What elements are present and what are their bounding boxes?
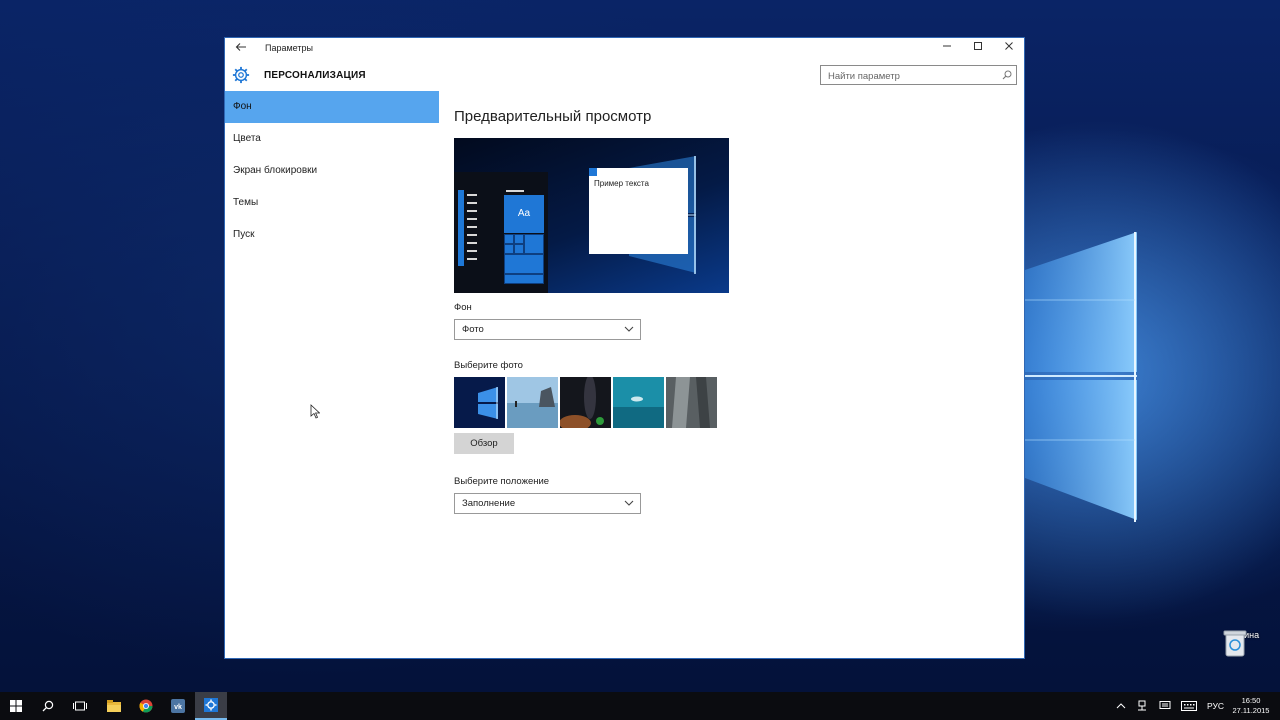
maximize-button[interactable] <box>963 38 993 60</box>
minimize-icon <box>943 45 951 47</box>
recycle-bin[interactable]: Корзина <box>1222 628 1262 657</box>
preview-tile <box>504 244 514 254</box>
message-icon <box>1159 701 1171 709</box>
settings-window: Параметры ПЕРСОНАЛИЗАЦИЯ Найти параметр … <box>224 37 1025 659</box>
photo-thumbnail-beach[interactable] <box>507 377 558 428</box>
search-icon <box>42 700 54 712</box>
sidebar-item-start[interactable]: Пуск <box>225 219 439 251</box>
preview-image: Aa Пример текста <box>454 138 729 293</box>
photo-thumbnail-windows[interactable] <box>454 377 505 428</box>
browse-button[interactable]: Обзор <box>454 433 514 454</box>
photo-thumbnail-night-sky[interactable] <box>560 377 611 428</box>
preview-menu-line <box>467 250 477 252</box>
file-explorer-icon <box>107 700 121 712</box>
preview-menu-line <box>467 234 477 236</box>
background-label: Фон <box>454 302 472 313</box>
choose-photo-label: Выберите фото <box>454 360 523 371</box>
preview-menu-line <box>467 218 477 220</box>
sidebar-item-lock-screen[interactable]: Экран блокировки <box>225 155 439 187</box>
preview-menu-line <box>467 202 477 204</box>
preview-menu-line <box>506 190 524 192</box>
file-explorer-button[interactable] <box>98 692 130 720</box>
preview-tile <box>504 254 544 274</box>
preview-tile-large: Aa <box>504 195 544 233</box>
preview-menu-line <box>467 242 477 244</box>
notifications-button[interactable] <box>1159 692 1171 720</box>
gear-icon <box>232 66 250 84</box>
close-icon <box>1005 42 1013 50</box>
recycle-bin-icon <box>1223 630 1247 657</box>
taskbar: vk РУС 16:50 27.11.2015 <box>0 692 1280 720</box>
preview-menu-line <box>467 210 477 212</box>
vk-button[interactable]: vk <box>162 692 194 720</box>
network-icon <box>1138 700 1146 711</box>
sidebar-item-background[interactable]: Фон <box>225 91 439 123</box>
clock-time: 16:50 <box>1241 696 1261 705</box>
settings-icon <box>204 698 218 712</box>
task-view-button[interactable] <box>64 692 96 720</box>
preview-window-accent <box>589 168 597 176</box>
start-icon <box>10 700 22 712</box>
preview-sample-text: Пример текста <box>594 179 649 188</box>
position-dropdown-value: Заполнение <box>462 498 516 509</box>
sidebar: Фон Цвета Экран блокировки Темы Пуск <box>225 91 439 251</box>
preview-tile <box>524 234 544 254</box>
preview-tile <box>504 274 544 284</box>
chevron-up-icon <box>1116 703 1126 709</box>
search-box[interactable] <box>820 65 1017 86</box>
page-title: ПЕРСОНАЛИЗАЦИЯ <box>264 70 366 81</box>
minimize-button[interactable] <box>932 38 962 60</box>
network-button[interactable] <box>1136 692 1148 720</box>
background-dropdown[interactable]: Фото <box>454 319 641 340</box>
show-hidden-icons-button[interactable] <box>1116 692 1126 720</box>
vk-icon: vk <box>171 699 185 713</box>
clock-date: 27.11.2015 <box>1232 706 1270 715</box>
maximize-icon <box>974 42 982 50</box>
position-label: Выберите положение <box>454 476 550 487</box>
clock[interactable]: 16:50 27.11.2015 <box>1228 696 1274 716</box>
preview-menu-line <box>467 194 477 196</box>
chrome-button[interactable] <box>130 692 162 720</box>
search-icon[interactable] <box>1002 70 1012 80</box>
preview-start-bar <box>458 190 464 266</box>
preview-window: Пример текста <box>589 168 688 254</box>
preview-start-menu: Aa <box>454 172 548 293</box>
taskbar-search-button[interactable] <box>32 692 64 720</box>
preview-menu-line <box>467 226 477 228</box>
background-dropdown-value: Фото <box>462 324 484 335</box>
sidebar-item-themes[interactable]: Темы <box>225 187 439 219</box>
preview-menu-line <box>467 258 477 260</box>
settings-taskbar-button[interactable] <box>195 692 227 720</box>
keyboard-button[interactable] <box>1181 692 1197 720</box>
position-dropdown[interactable]: Заполнение <box>454 493 641 514</box>
back-button[interactable] <box>233 41 249 57</box>
photo-thumbnail-underwater[interactable] <box>613 377 664 428</box>
task-view-icon <box>73 701 87 711</box>
sidebar-item-colors[interactable]: Цвета <box>225 123 439 155</box>
back-arrow-icon <box>235 43 246 51</box>
mouse-cursor-icon <box>310 404 320 419</box>
chevron-down-icon <box>624 500 634 506</box>
title-bar: Параметры <box>225 38 1024 60</box>
search-input[interactable] <box>821 67 991 86</box>
preview-heading: Предварительный просмотр <box>454 108 652 125</box>
chrome-icon <box>139 699 153 713</box>
preview-tile <box>514 244 524 254</box>
language-indicator[interactable]: РУС <box>1207 692 1224 720</box>
preview-tile <box>514 234 524 244</box>
keyboard-icon <box>1181 701 1197 711</box>
chevron-down-icon <box>624 326 634 332</box>
start-button[interactable] <box>0 692 32 720</box>
svg-text:vk: vk <box>174 704 182 711</box>
window-title: Параметры <box>265 43 313 53</box>
close-button[interactable] <box>994 38 1024 60</box>
photo-thumbnail-rock[interactable] <box>666 377 717 428</box>
preview-tile <box>504 234 514 244</box>
